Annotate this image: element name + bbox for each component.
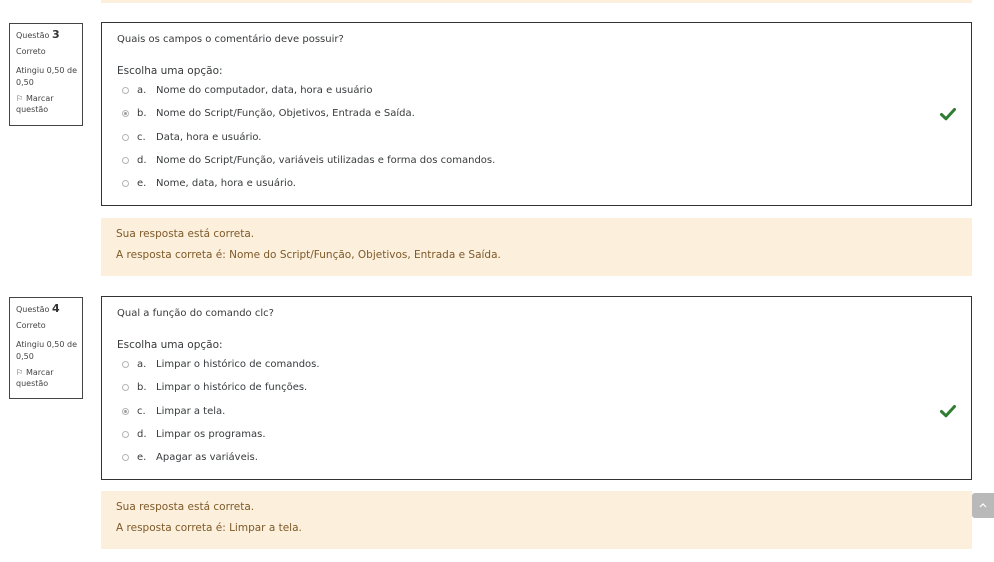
question-info-4: Questão 4 Correto Atingiu 0,50 de 0,50 ⚐… — [9, 297, 83, 399]
flag-icon: ⚐ — [16, 94, 24, 103]
answer-option-e[interactable]: e. Apagar as variáveis. — [117, 446, 971, 469]
flag-question-button[interactable]: ⚐ Marcar questão — [16, 93, 82, 115]
option-text: Limpar a tela. — [156, 405, 226, 417]
question-text: Qual a função do comando clc? — [117, 308, 274, 319]
question-number: 3 — [51, 28, 60, 41]
question-grade: Atingiu 0,50 de 0,50 — [16, 66, 78, 87]
question-grade: Atingiu 0,50 de 0,50 — [16, 340, 78, 361]
option-text: Apagar as variáveis. — [156, 452, 258, 464]
radio-button-selected[interactable] — [122, 110, 129, 118]
option-text: Limpar o histórico de funções. — [156, 382, 308, 394]
answer-option-a[interactable]: a. Limpar o histórico de comandos. — [117, 353, 971, 376]
answer-options: a. Nome do computador, data, hora e usuár… — [117, 79, 971, 195]
radio-button[interactable] — [122, 384, 129, 392]
question-label: Questão — [16, 305, 50, 314]
feedback-box-3: Sua resposta está correta. A resposta co… — [101, 218, 972, 276]
feedback-status: Sua resposta está correta. — [116, 501, 255, 513]
answer-option-a[interactable]: a. Nome do computador, data, hora e usuár… — [117, 79, 971, 102]
answer-option-c[interactable]: c. Data, hora e usuário. — [117, 126, 971, 149]
radio-button[interactable] — [122, 133, 129, 141]
answer-option-c[interactable]: c. Limpar a tela. — [117, 400, 971, 423]
check-icon — [940, 405, 956, 418]
question-state: Correto — [16, 47, 46, 56]
answer-option-d[interactable]: d. Nome do Script/Função, variáveis utili… — [117, 149, 971, 172]
flag-icon: ⚐ — [16, 368, 24, 377]
correct-answer-text: A resposta correta é: Limpar a tela. — [116, 522, 302, 534]
radio-button[interactable] — [122, 431, 129, 439]
answer-prompt: Escolha uma opção: — [117, 65, 223, 77]
question-label: Questão — [16, 31, 50, 40]
option-text: Nome do Script/Função, variáveis utiliza… — [156, 155, 496, 167]
question-formulation-3: Quais os campos o comentário deve possui… — [101, 22, 972, 206]
answer-options: a. Limpar o histórico de comandos. b. Limp… — [117, 353, 971, 469]
question-state: Correto — [16, 321, 46, 330]
radio-button[interactable] — [122, 454, 129, 462]
feedback-status: Sua resposta está correta. — [116, 228, 255, 240]
flag-question-button[interactable]: ⚐ Marcar questão — [16, 367, 82, 389]
chevron-up-icon — [979, 503, 987, 508]
option-text: Nome do Script/Função, Objetivos, Entrad… — [156, 108, 415, 120]
radio-button[interactable] — [122, 157, 129, 165]
answer-option-b[interactable]: b. Nome do Script/Função, Objetivos, Entr… — [117, 102, 971, 125]
feedback-box-4: Sua resposta está correta. A resposta co… — [101, 491, 972, 549]
answer-option-e[interactable]: e. Nome, data, hora e usuário. — [117, 172, 971, 195]
option-text: Nome do computador, data, hora e usuário — [156, 85, 373, 97]
radio-button-selected[interactable] — [122, 407, 129, 415]
question-formulation-4: Qual a função do comando clc? Escolha um… — [101, 296, 972, 480]
option-text: Nome, data, hora e usuário. — [156, 178, 296, 190]
question-text: Quais os campos o comentário deve possui… — [117, 34, 344, 45]
answer-option-b[interactable]: b. Limpar o histórico de funções. — [117, 376, 971, 399]
question-info-3: Questão 3 Correto Atingiu 0,50 de 0,50 ⚐… — [9, 23, 83, 126]
previous-feedback-strip — [101, 0, 972, 3]
radio-button[interactable] — [122, 87, 129, 95]
check-icon — [940, 107, 956, 121]
radio-button[interactable] — [122, 180, 129, 188]
correct-answer-text: A resposta correta é: Nome do Script/Fun… — [116, 249, 501, 261]
option-text: Limpar os programas. — [156, 429, 266, 441]
option-text: Limpar o histórico de comandos. — [156, 359, 320, 371]
question-number: 4 — [51, 302, 60, 315]
option-text: Data, hora e usuário. — [156, 131, 262, 143]
back-to-top-button[interactable] — [972, 493, 994, 518]
answer-prompt: Escolha uma opção: — [117, 339, 223, 351]
radio-button[interactable] — [122, 361, 129, 369]
answer-option-d[interactable]: d. Limpar os programas. — [117, 423, 971, 446]
